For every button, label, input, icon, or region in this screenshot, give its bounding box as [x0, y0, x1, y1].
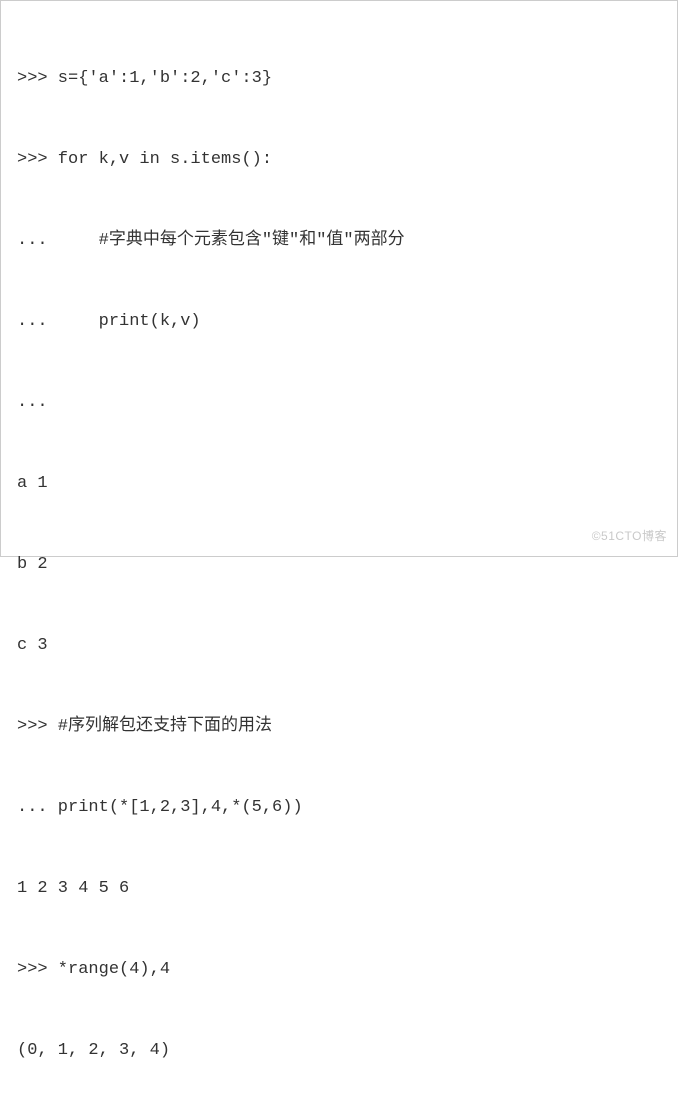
code-line: a 1: [17, 470, 661, 497]
code-line: ... #字典中每个元素包含"键"和"值"两部分: [17, 227, 661, 254]
watermark-text: ©51CTO博客: [592, 523, 667, 550]
code-line: ... print(*[1,2,3],4,*(5,6)): [17, 794, 661, 821]
code-line: >>> *range(4),4: [17, 956, 661, 983]
python-repl-block: >>> s={'a':1,'b':2,'c':3} >>> for k,v in…: [17, 11, 661, 1114]
code-line: c 3: [17, 632, 661, 659]
code-line: ... print(k,v): [17, 308, 661, 335]
code-line: >>> s={'a':1,'b':2,'c':3}: [17, 65, 661, 92]
code-line: ...: [17, 389, 661, 416]
code-line: 1 2 3 4 5 6: [17, 875, 661, 902]
code-line: (0, 1, 2, 3, 4): [17, 1037, 661, 1064]
code-line: >>> #序列解包还支持下面的用法: [17, 713, 661, 740]
code-line: b 2: [17, 551, 661, 578]
code-line: >>> for k,v in s.items():: [17, 146, 661, 173]
